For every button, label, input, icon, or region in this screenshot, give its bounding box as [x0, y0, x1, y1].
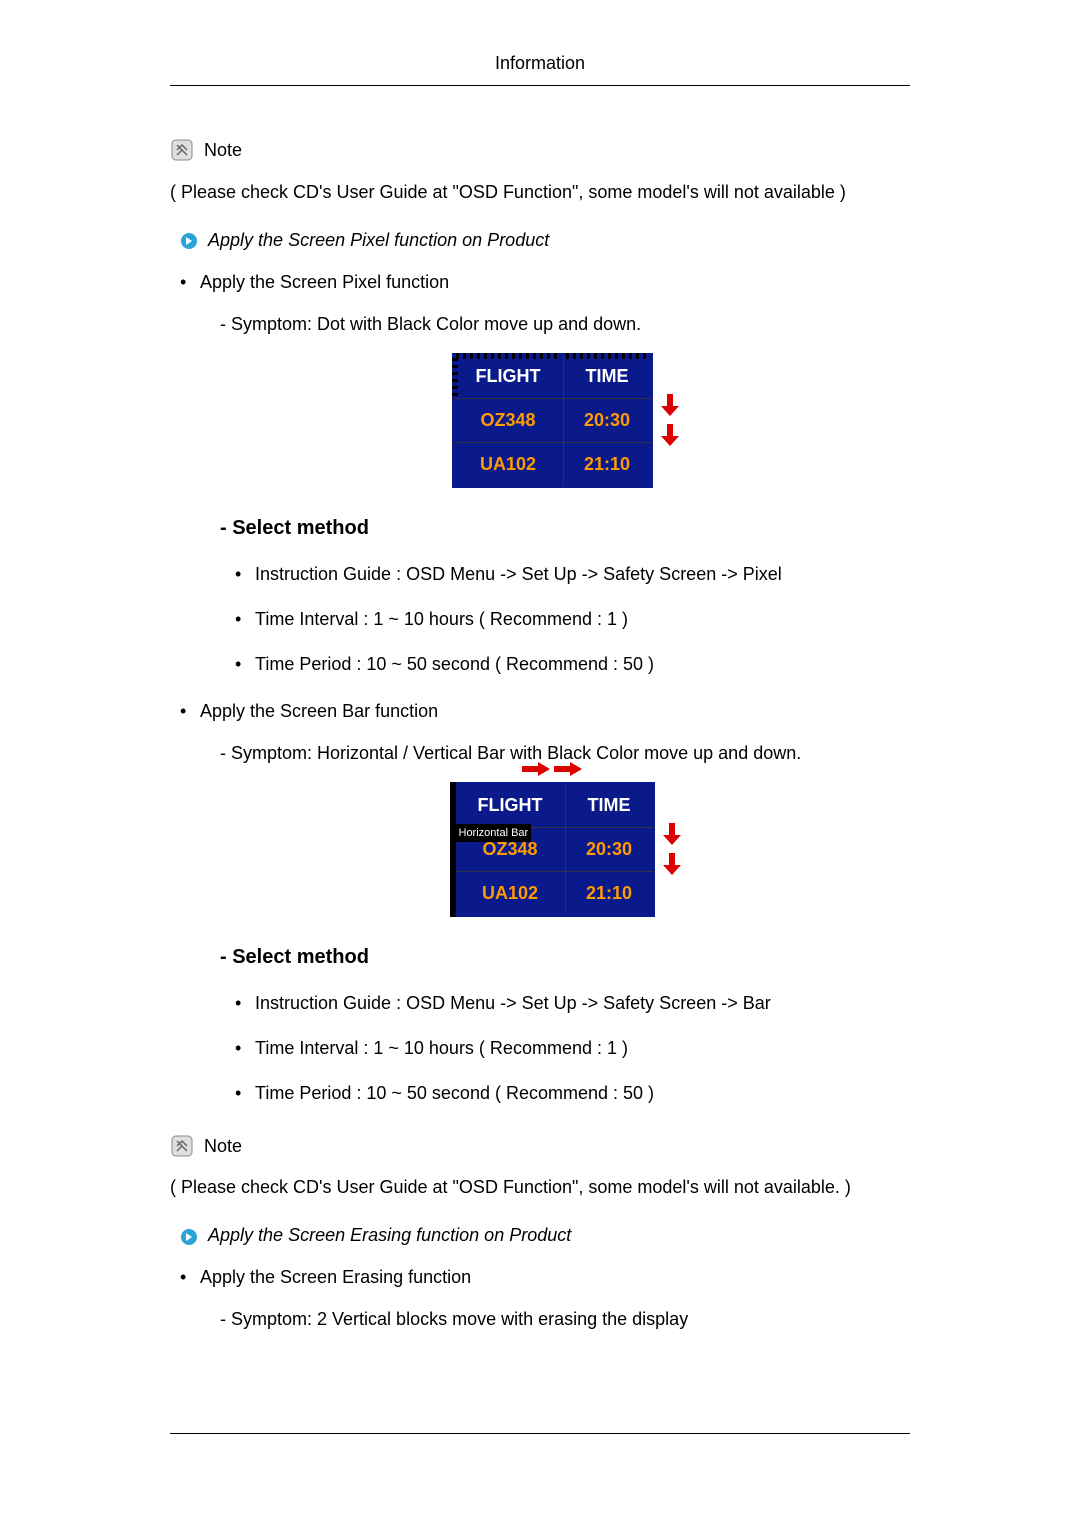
hbar-label: Horizontal Bar	[456, 824, 532, 843]
right-arrow-icon	[522, 762, 550, 776]
th-time: TIME	[586, 366, 629, 386]
pixel-title: Apply the Screen Pixel function on Produ…	[208, 230, 549, 250]
bullet-erasing: Apply the Screen Erasing function - Symp…	[170, 1264, 910, 1333]
right-arrow-icon	[554, 762, 582, 776]
note-label-2: Note	[204, 1135, 242, 1155]
down-arrow-icon	[663, 853, 681, 875]
down-arrow-icon	[663, 823, 681, 845]
note-text-2: ( Please check CD's User Guide at "OSD F…	[170, 1174, 910, 1201]
pixel-instr-2: Time Period : 10 ~ 50 second ( Recommend…	[230, 651, 910, 678]
down-arrow-icon	[661, 394, 679, 416]
pixel-instr-0: Instruction Guide : OSD Menu -> Set Up -…	[230, 561, 910, 588]
th-time-b: TIME	[588, 795, 631, 815]
pixel-symptom: - Symptom: Dot with Black Color move up …	[220, 311, 910, 338]
down-arrow-icon	[661, 424, 679, 446]
bar-instr-0: Instruction Guide : OSD Menu -> Set Up -…	[230, 990, 910, 1017]
note-icon	[170, 1134, 194, 1158]
arrow-line-pixel: Apply the Screen Pixel function on Produ…	[180, 226, 910, 254]
pixel-select-method: - Select method	[220, 513, 910, 543]
bar-diagram: Horizontal Bar FLIGHT TIME OZ348 20:30 U…	[220, 782, 910, 917]
td-flight-1: UA102	[453, 442, 564, 487]
arrow-right-icon	[180, 1227, 198, 1245]
note-label: Note	[204, 140, 242, 160]
arrow-line-erasing: Apply the Screen Erasing function on Pro…	[180, 1221, 910, 1249]
note-icon	[170, 138, 194, 162]
note-text-1: ( Please check CD's User Guide at "OSD F…	[170, 179, 910, 206]
td-time-b1: 21:10	[565, 871, 654, 916]
bar-instr-1: Time Interval : 1 ~ 10 hours ( Recommend…	[230, 1035, 910, 1062]
pixel-main-text: Apply the Screen Pixel function	[200, 272, 449, 292]
note-block-2: Note	[170, 1132, 910, 1160]
th-flight-b: FLIGHT	[478, 795, 543, 815]
td-time-b0: 20:30	[565, 827, 654, 871]
pixel-instr-1: Time Interval : 1 ~ 10 hours ( Recommend…	[230, 606, 910, 633]
td-time-0: 20:30	[563, 398, 652, 442]
bar-select-method: - Select method	[220, 942, 910, 972]
erasing-title: Apply the Screen Erasing function on Pro…	[208, 1225, 571, 1245]
pixel-diagram: FLIGHT TIME OZ348 20:30 UA102 21:10	[220, 353, 910, 488]
td-flight-0: OZ348	[453, 398, 564, 442]
bar-instr-2: Time Period : 10 ~ 50 second ( Recommend…	[230, 1080, 910, 1107]
erasing-symptom: - Symptom: 2 Vertical blocks move with e…	[220, 1306, 910, 1333]
bar-main-text: Apply the Screen Bar function	[200, 701, 438, 721]
bullet-pixel: Apply the Screen Pixel function - Sympto…	[170, 269, 910, 678]
td-time-1: 21:10	[563, 442, 652, 487]
bullet-bar: Apply the Screen Bar function - Symptom:…	[170, 698, 910, 1107]
td-flight-b1: UA102	[453, 871, 566, 916]
th-flight: FLIGHT	[476, 366, 541, 386]
page-header: Information	[170, 50, 910, 86]
arrow-right-icon	[180, 231, 198, 249]
footer-divider	[170, 1433, 910, 1434]
erasing-main-text: Apply the Screen Erasing function	[200, 1267, 471, 1287]
note-block-1: Note	[170, 136, 910, 164]
